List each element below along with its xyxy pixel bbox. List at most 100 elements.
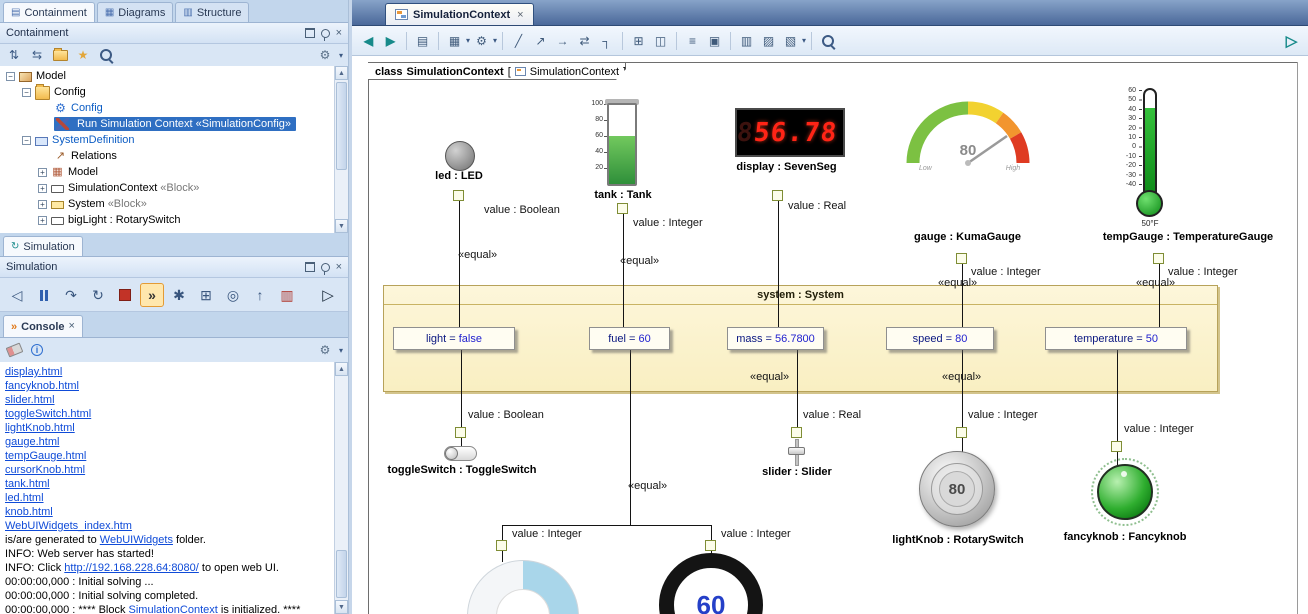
step-over-button[interactable]: ↻ [86,283,110,307]
run-simulation-button[interactable]: ▷ [1281,30,1302,51]
table-button[interactable]: ▧ [780,30,801,51]
note-tool-button[interactable]: ◫ [650,30,671,51]
sync-selection-button[interactable]: ⇅ [5,46,23,64]
console-link[interactable]: display.html [5,366,62,378]
create-diagram-button[interactable]: ▦ [444,30,465,51]
nav-forward-button[interactable]: ▶ [380,30,401,51]
scrollbar-thumb[interactable] [336,82,347,170]
image-shape-button[interactable]: ▨ [758,30,779,51]
port-gauge-value[interactable] [956,253,967,264]
tree-item-model[interactable]: − Model [0,68,348,84]
breakpoints-button[interactable]: ◎ [221,283,245,307]
console-link[interactable]: SimulationContext [129,604,218,614]
port-knob-value[interactable] [705,540,716,551]
grid-toggle-button[interactable]: ▣ [704,30,725,51]
export-button[interactable]: ↑ [248,283,272,307]
pin-panel-icon[interactable] [321,263,330,272]
expander-icon[interactable]: + [38,168,47,177]
panel-options-button[interactable]: ⚙ [316,46,334,64]
tree-item-relations[interactable]: ↗ Relations [0,148,348,164]
search-diagram-button[interactable] [817,30,838,51]
led-widget[interactable] [445,141,475,171]
tree-scrollbar[interactable]: ▲ ▼ [334,66,348,233]
rectilinear-tool-button[interactable]: ┐ [596,30,617,51]
console-link[interactable]: slider.html [5,394,55,406]
animation-options-button[interactable]: ✱ [167,283,191,307]
kumagauge-widget[interactable]: 80 Low High [903,95,1033,175]
rotaryswitch-widget[interactable]: 80 [919,451,995,527]
value-property-mass[interactable]: mass = 56.7800 [727,327,824,350]
nav-back-button[interactable]: ◀ [358,30,379,51]
port-led-value[interactable] [453,190,464,201]
layout-button[interactable]: ≡ [682,30,703,51]
value-property-fuel[interactable]: fuel = 60 [589,327,670,350]
port-tank-value[interactable] [617,203,628,214]
scroll-up-button[interactable]: ▲ [335,362,348,376]
connector-temperature-fancyknob[interactable] [1117,350,1118,441]
tab-containment[interactable]: ▤ Containment [3,2,95,22]
step-into-button[interactable]: ↷ [59,283,83,307]
console-link[interactable]: WebUIWidgets [100,534,173,546]
connector-mass-slider[interactable] [797,350,798,427]
console-link[interactable]: tempGauge.html [5,450,86,462]
connector-light-toggleswitch[interactable] [461,350,462,427]
toggleswitch-widget[interactable] [444,446,477,461]
port-slider-value[interactable] [791,427,802,438]
console-options-button[interactable]: ⚙ [316,341,334,359]
connector-fuel-branch[interactable] [630,350,631,525]
clear-console-button[interactable] [5,341,23,359]
console-link[interactable]: led.html [5,492,44,504]
tree-item-config[interactable]: ⚙ Config [0,100,348,116]
expander-icon[interactable]: − [22,136,31,145]
containment-tree-button[interactable]: ▤ [412,30,433,51]
connector-fuel-branch[interactable] [502,525,711,526]
dependency-tool-button[interactable]: ↗ [530,30,551,51]
port-cursorknob-value[interactable] [496,540,507,551]
console-info-button[interactable]: i [28,341,46,359]
tab-simulation[interactable]: ↻ Simulation [3,236,83,256]
port-toggleswitch-value[interactable] [455,427,466,438]
connector-speed-lightknob[interactable] [962,350,963,427]
console-link[interactable]: lightKnob.html [5,422,75,434]
connector-display-mass[interactable] [778,201,779,328]
connector-fuel-knob[interactable] [711,525,712,540]
slider-handle[interactable] [788,447,805,455]
connector-tempgauge-temperature[interactable] [1159,264,1160,328]
close-console-tab-icon[interactable]: × [69,321,75,332]
console-toggle-button[interactable]: » [140,283,164,307]
fancyknob-widget[interactable] [1097,464,1153,520]
console-scrollbar[interactable]: ▲ ▼ [334,362,348,614]
tree-item-model-2[interactable]: + ▦ Model [0,164,348,180]
connector-speed-lightknob[interactable] [962,438,963,452]
tree-item-simulationcontext[interactable]: + SimulationContext «Block» [0,180,348,196]
expander-icon[interactable]: − [22,88,31,97]
scroll-down-button[interactable]: ▼ [335,219,348,233]
tree-item-systemdefinition[interactable]: − SystemDefinition [0,132,348,148]
console-link[interactable]: tank.html [5,478,50,490]
close-tab-icon[interactable]: × [517,9,523,21]
pause-button[interactable] [32,283,56,307]
tab-simulationcontext-diagram[interactable]: SimulationContext × [385,3,534,25]
value-property-light[interactable]: light = false [393,327,515,350]
connector-fuel-cursorknob[interactable] [502,525,503,540]
console-link[interactable]: http://192.168.228.64:8080/ [64,562,199,574]
association-tool-button[interactable]: → [552,30,573,51]
console-link[interactable]: fancyknob.html [5,380,79,392]
scrollbar-thumb[interactable] [336,550,347,598]
pin-panel-icon[interactable] [321,29,330,38]
connector-tool-button[interactable]: ⇄ [574,30,595,51]
tab-console[interactable]: » Console × [3,315,83,337]
float-panel-icon[interactable] [305,28,315,38]
run-button[interactable]: ▷ [316,283,340,307]
search-button[interactable] [97,46,115,64]
scroll-down-button[interactable]: ▼ [335,600,348,614]
add-shape-button[interactable]: ⊞ [628,30,649,51]
value-property-temperature[interactable]: temperature = 50 [1045,327,1187,350]
port-lightknob-value[interactable] [956,427,967,438]
tree-item-system[interactable]: + System «Block» [0,196,348,212]
console-link[interactable]: toggleSwitch.html [5,408,91,420]
close-panel-icon[interactable]: × [336,28,342,39]
line-tool-button[interactable]: ╱ [508,30,529,51]
tab-structure[interactable]: ▥ Structure [175,2,249,22]
thermometer-tube[interactable] [1143,88,1157,196]
